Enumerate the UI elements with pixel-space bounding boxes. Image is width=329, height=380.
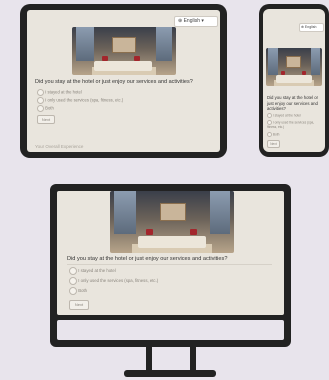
language-select[interactable]: ⊕ English ▾ [174,16,218,27]
option-label: Both [45,105,54,111]
next-button[interactable]: Next [69,300,89,310]
radio-button[interactable] [69,277,77,285]
hotel-room-image [72,27,176,75]
next-button[interactable]: Next [267,140,280,148]
radio-button[interactable] [267,132,272,137]
monitor-stand-right [190,347,196,371]
option-services[interactable]: I only used the services (spa, fitness, … [37,97,123,104]
phone-device: ⊕ English Did you stay at the hotel or j… [259,4,329,157]
chevron-down-icon: ▾ [201,18,204,24]
option-stayed[interactable]: I stayed at the hotel [69,267,116,275]
option-stayed[interactable]: I stayed at the hotel [37,89,82,96]
tablet-device: ⊕ English ▾ Did you stay at the hotel or… [20,4,227,158]
option-label: Both [272,132,280,137]
hotel-room-image [110,191,234,253]
globe-icon: ⊕ [178,18,183,24]
monitor-stand-left [146,347,152,371]
option-stayed[interactable]: I stayed at the hotel [267,113,301,118]
option-label: I only used the services (spa, fitness, … [78,278,159,284]
monitor-base [124,370,216,377]
option-label: I only used the services (spa, fitness, … [45,97,124,103]
option-label: Both [78,288,88,294]
option-both[interactable]: Both [69,287,87,295]
option-label: I stayed at the hotel [78,268,116,274]
option-services[interactable]: I only used the services (spa, fitness, … [69,277,158,285]
question-text: Did you stay at the hotel or just enjoy … [35,79,193,85]
option-services[interactable]: I only used the services (spa, fitness, … [267,120,322,129]
next-button[interactable]: Next [37,115,55,124]
monitor-screen: Did you stay at the hotel or just enjoy … [57,191,284,315]
globe-icon: ⊕ [301,25,304,29]
hotel-room-image [266,48,322,86]
language-select[interactable]: ⊕ English [299,23,324,32]
option-label: I stayed at the hotel [45,89,82,95]
language-label: English [183,18,200,24]
radio-button[interactable] [37,89,44,96]
question-text: Did you stay at the hotel or just enjoy … [267,95,319,112]
divider [67,264,272,265]
question-text: Did you stay at the hotel or just enjoy … [67,256,228,262]
tablet-screen: ⊕ English ▾ Did you stay at the hotel or… [27,10,220,152]
language-label: English [304,25,317,29]
radio-button[interactable] [69,287,77,295]
option-label: I only used the services (spa, fitness, … [267,120,315,129]
radio-button[interactable] [69,267,77,275]
radio-button[interactable] [37,97,44,104]
option-label: I stayed at the hotel [272,113,301,118]
radio-button[interactable] [267,113,272,118]
desktop-monitor: Did you stay at the hotel or just enjoy … [50,184,291,347]
phone-screen: ⊕ English Did you stay at the hotel or j… [263,9,325,152]
option-both[interactable]: Both [37,105,54,112]
section-footer: Your Overall Experience [35,144,84,149]
radio-button[interactable] [37,105,44,112]
option-both[interactable]: Both [267,132,279,137]
monitor-chin [57,320,284,340]
